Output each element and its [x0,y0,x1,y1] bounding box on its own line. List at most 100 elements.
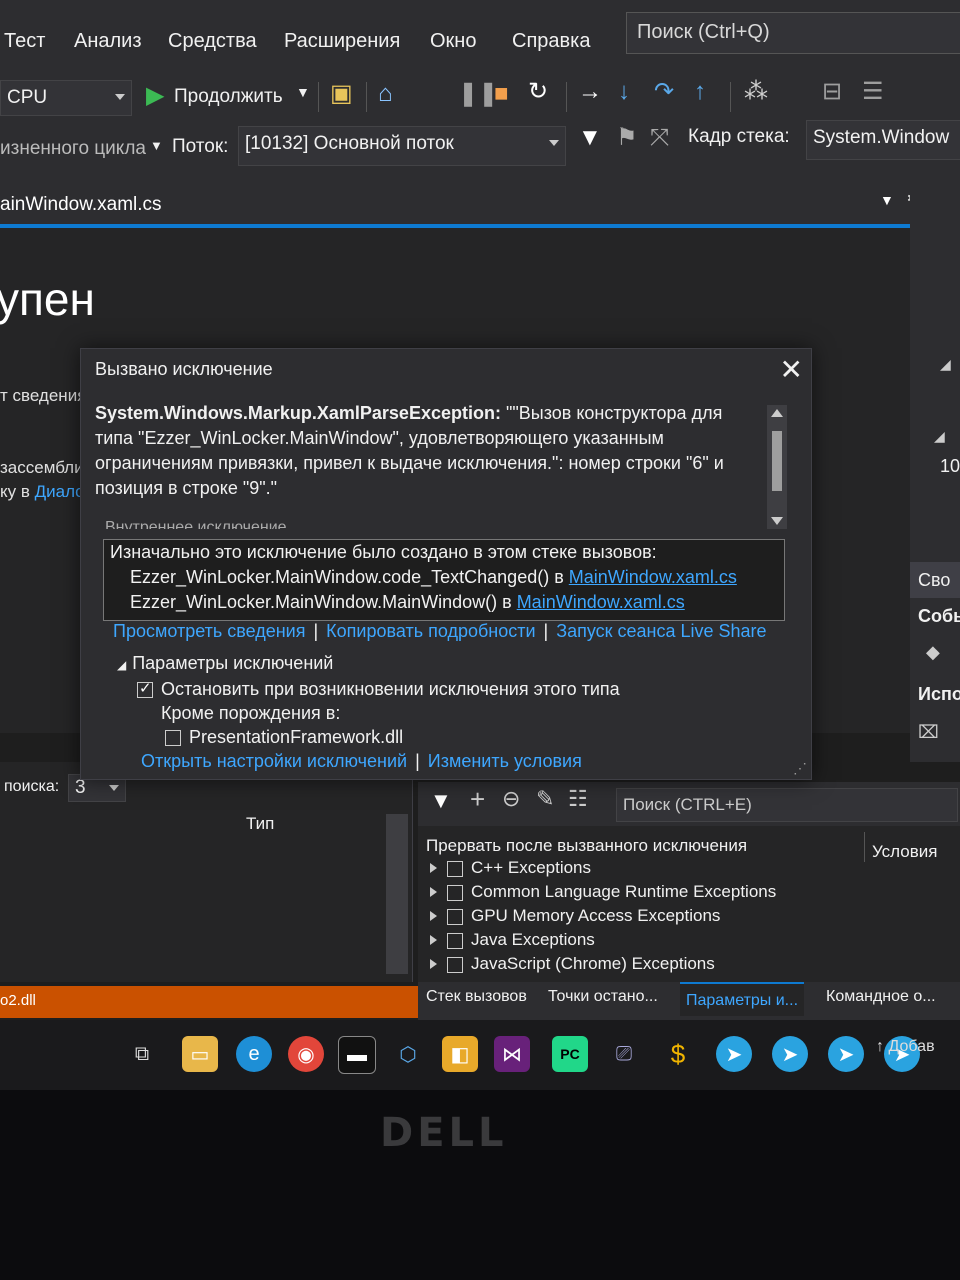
source-file-link[interactable]: MainWindow.xaml.cs [517,592,685,612]
camera-icon[interactable]: ⌧ [918,722,939,743]
exception-checkbox[interactable] [447,908,463,925]
exceptions-search-input[interactable]: Поиск (CTRL+E) [616,788,958,822]
dollar-app-icon[interactable]: $ [660,1036,696,1072]
menu-analyze[interactable]: Анализ [74,30,142,53]
column-header-conditions[interactable]: Условия [872,842,937,862]
properties-button[interactable]: Сво [910,562,960,598]
continue-button[interactable]: Продолжить [174,86,283,108]
pause-icon[interactable]: ❚❚ [458,82,498,106]
open-exception-settings-link[interactable]: Открыть настройки исключений [141,751,407,771]
live-share-link[interactable]: Запуск сеанса Live Share [556,621,766,641]
except-module-option[interactable]: PresentationFramework.dll [165,727,403,748]
global-search-box[interactable]: Поиск (Ctrl+Q) [626,12,960,54]
copy-details-link[interactable]: Копировать подробности [326,621,535,641]
show-next-statement-icon[interactable]: → [578,80,602,104]
step-out-icon[interactable]: ↑ [694,80,706,104]
column-header-type[interactable]: Тип [246,814,274,834]
exception-checkbox[interactable] [447,932,463,949]
tab-command-window[interactable]: Командное о... [826,988,936,1006]
exception-category-row[interactable]: C++ Exceptions [430,858,591,878]
expand-triangle-icon[interactable] [430,911,437,921]
edit-conditions-link[interactable]: Изменить условия [428,751,582,771]
chrome-icon[interactable]: ◉ [288,1036,324,1072]
exception-category-row[interactable]: Java Exceptions [430,930,595,950]
menu-test[interactable]: Тест [4,30,45,53]
telegram-icon[interactable]: ➤ [772,1036,808,1072]
list-icon[interactable]: ☷ [568,786,588,812]
exception-settings-header[interactable]: ◢ Параметры исключений [117,653,333,674]
exception-checkbox[interactable] [447,956,463,973]
exception-category-row[interactable]: GPU Memory Access Exceptions [430,906,720,926]
restart-icon[interactable]: ↻ [528,80,548,104]
play-icon[interactable]: ▶ [146,84,164,108]
telegram-icon[interactable]: ➤ [716,1036,752,1072]
scroll-down-icon[interactable] [771,517,783,525]
view-details-link[interactable]: Просмотреть сведения [113,621,305,641]
bookmark-icon[interactable]: ⊟ [822,80,842,104]
expand-callstack-icon[interactable]: ⤧ [650,126,669,150]
telegram-icon[interactable]: ➤ [828,1036,864,1072]
scroll-up-icon[interactable] [771,409,783,417]
hex-icon[interactable]: ⁂ [744,80,768,104]
terminal-icon[interactable]: ▬ [338,1036,376,1074]
add-icon[interactable]: + [470,784,485,815]
use-button[interactable]: Испо [910,676,960,712]
expand-triangle-icon[interactable] [430,887,437,897]
exception-category-row[interactable]: Common Language Runtime Exceptions [430,882,776,902]
expand-triangle-icon[interactable] [430,959,437,969]
browse-icon[interactable]: ▣ [330,82,353,106]
continue-dropdown-icon[interactable]: ▼ [296,84,310,100]
column-header-break[interactable]: Прервать после вызванного исключения [426,836,747,856]
scroll-thumb[interactable] [772,431,782,491]
lifecycle-events-label[interactable]: изненного цикла [0,138,146,160]
scrollbar[interactable] [386,814,408,974]
virtualbox-icon[interactable]: ⬡ [390,1036,426,1072]
step-into-icon[interactable]: ↓ [618,80,630,104]
flag-icon[interactable]: ⚑ [616,126,638,150]
close-icon[interactable]: ✕ [780,353,803,386]
exception-category-row[interactable]: JavaScript (Chrome) Exceptions [430,954,715,974]
expand-triangle-icon[interactable] [430,935,437,945]
task-view-icon[interactable]: ⧉ [124,1036,160,1072]
tab-mainwindow-xaml-cs[interactable]: ainWindow.xaml.cs [0,194,162,216]
menu-help[interactable]: Справка [512,30,590,53]
step-over-icon[interactable]: ↷ [654,80,674,104]
tab-list-dropdown-icon[interactable]: ▼ [880,192,894,208]
stack-frame-combo[interactable]: System.Window [806,120,960,160]
pycharm-icon[interactable]: PC [552,1036,588,1072]
exception-checkbox[interactable] [447,860,463,877]
break-checkbox[interactable] [137,679,153,699]
remote-desktop-icon[interactable]: ⎚ [606,1036,642,1072]
diamond-icon[interactable]: ◆ [926,642,940,663]
filter-icon[interactable]: ▼ [430,788,452,814]
events-button[interactable]: Собы [910,598,960,634]
edit-icon[interactable]: ✎ [536,786,554,812]
file-explorer-icon[interactable]: ▭ [182,1036,218,1072]
notification-area[interactable]: ↑ Добав [876,1038,935,1056]
visual-studio-icon[interactable]: ⋈ [494,1036,530,1072]
menu-window[interactable]: Окно [430,30,476,53]
app-window-icon[interactable]: ◧ [442,1036,478,1072]
collapse-triangle-icon[interactable]: ◢ [934,428,945,445]
resize-grip-icon[interactable]: ⋰ [793,760,807,777]
platform-combo[interactable]: CPU [0,80,132,116]
collapse-triangle-icon[interactable]: ◢ [117,658,126,672]
source-file-link[interactable]: MainWindow.xaml.cs [569,567,737,587]
exception-checkbox[interactable] [447,884,463,901]
chevron-down-icon[interactable]: ▼ [150,138,163,153]
module-checkbox[interactable] [165,730,181,747]
message-scrollbar[interactable] [767,405,787,529]
indent-icon[interactable]: ☰ [862,80,884,104]
menu-tools[interactable]: Средства [168,30,257,53]
collapse-triangle-icon[interactable]: ◢ [940,356,951,373]
remove-icon[interactable]: ⊖ [502,786,520,812]
expand-triangle-icon[interactable] [430,863,437,873]
stop-icon[interactable]: ■ [494,82,509,106]
filter-icon[interactable]: ▼ [578,126,602,150]
tab-breakpoints[interactable]: Точки остано... [548,988,658,1006]
tab-call-stack[interactable]: Стек вызовов [426,988,527,1006]
menu-extensions[interactable]: Расширения [284,30,400,53]
edge-icon[interactable]: e [236,1036,272,1072]
break-on-exception-option[interactable]: Остановить при возникновении исключения … [137,679,620,700]
tab-exception-settings[interactable]: Параметры и... [680,982,805,1016]
